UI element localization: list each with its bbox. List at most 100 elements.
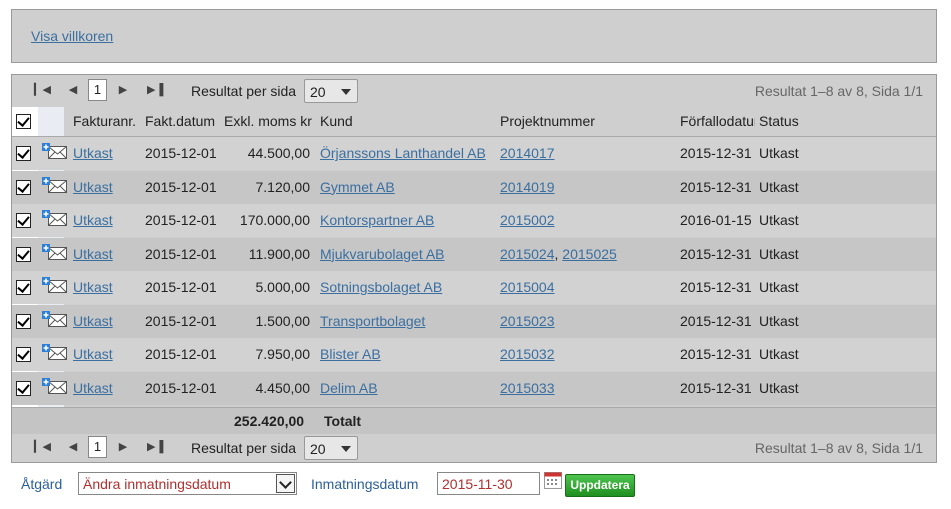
invoice-link[interactable]: Utkast bbox=[73, 380, 113, 396]
table-row: Utkast 2015-12-01 4.450,00 Delim AB 2015033 2… bbox=[12, 371, 936, 405]
add-mail-icon[interactable] bbox=[42, 143, 68, 159]
project-link[interactable]: 2015032 bbox=[500, 346, 555, 362]
customer-link[interactable]: Delim AB bbox=[320, 380, 378, 396]
project-link[interactable]: 2015004 bbox=[500, 279, 555, 295]
col-invoice-no[interactable]: Fakturanr. bbox=[73, 107, 143, 136]
invoice-link[interactable]: Utkast bbox=[73, 313, 113, 329]
prev-page-icon[interactable]: ◀ bbox=[66, 440, 80, 454]
pager-bottom: ▎◀ ◀ 1 ▶ ▶▐ Resultat per sida 20 Resulta… bbox=[12, 432, 936, 464]
excl-vat-amount: 11.900,00 bbox=[248, 245, 310, 262]
chevron-down-icon bbox=[276, 474, 295, 493]
due-date: 2016-01-15 bbox=[680, 212, 752, 228]
show-terms-link[interactable]: Visa villkoren bbox=[31, 28, 113, 44]
invoice-date: 2015-12-01 bbox=[145, 279, 217, 295]
add-mail-icon[interactable] bbox=[42, 176, 68, 193]
table-row: Utkast 2015-12-01 5.000,00 Sotningsbolaget … bbox=[12, 271, 936, 304]
invoice-link[interactable]: Utkast bbox=[73, 145, 113, 161]
action-label: Åtgärd bbox=[21, 476, 63, 492]
per-page-value: 20 bbox=[310, 84, 326, 100]
invoice-link[interactable]: Utkast bbox=[73, 179, 113, 195]
customer-link[interactable]: Gymmet AB bbox=[320, 179, 395, 195]
add-mail-icon[interactable] bbox=[42, 210, 68, 226]
dropdown-arrow-icon bbox=[341, 89, 351, 95]
customer-link[interactable]: Mjukvarubolaget AB bbox=[320, 246, 445, 262]
current-page-box[interactable]: 1 bbox=[88, 79, 107, 101]
excl-vat-amount: 1.500,00 bbox=[255, 312, 311, 329]
next-page-icon[interactable]: ▶ bbox=[116, 440, 130, 454]
select-all-checkbox[interactable] bbox=[16, 114, 31, 129]
invoice-date: 2015-12-01 bbox=[145, 178, 217, 195]
col-status[interactable]: Status bbox=[759, 107, 819, 136]
prev-page-icon[interactable]: ◀ bbox=[66, 83, 80, 97]
customer-link[interactable]: Transportbolaget bbox=[320, 313, 425, 329]
col-project-no[interactable]: Projektnummer bbox=[500, 107, 670, 136]
col-customer[interactable]: Kund bbox=[320, 107, 490, 136]
invoice-link[interactable]: Utkast bbox=[73, 279, 113, 295]
dropdown-arrow-icon bbox=[341, 446, 351, 452]
customer-link[interactable]: Örjanssons Lanthandel AB bbox=[320, 145, 486, 161]
last-page-icon[interactable]: ▶▐ bbox=[147, 83, 163, 97]
last-page-icon[interactable]: ▶▐ bbox=[147, 440, 163, 454]
customer-link[interactable]: Kontorspartner AB bbox=[320, 212, 434, 228]
due-date: 2015-12-31 bbox=[680, 379, 752, 396]
invoice-link[interactable]: Utkast bbox=[73, 346, 113, 362]
row-checkbox[interactable] bbox=[16, 213, 31, 228]
add-mail-icon[interactable] bbox=[42, 377, 68, 394]
current-page-box[interactable]: 1 bbox=[88, 436, 107, 458]
excl-vat-amount: 5.000,00 bbox=[255, 279, 311, 295]
add-mail-icon[interactable] bbox=[42, 344, 68, 360]
table-row: Utkast 2015-12-01 1.500,00 Transportbolaget… bbox=[12, 304, 936, 338]
total-amount: 252.420,00 bbox=[234, 413, 305, 429]
terms-panel: Visa villkoren bbox=[11, 9, 937, 63]
per-page-value: 20 bbox=[310, 441, 326, 457]
project-link[interactable]: 2015024 bbox=[500, 246, 555, 262]
table-row: Utkast 2015-12-01 170.000,00 Kontorspartner… bbox=[12, 204, 936, 237]
add-mail-icon[interactable] bbox=[42, 310, 68, 327]
total-label: Totalt bbox=[324, 413, 362, 429]
excl-vat-amount: 4.450,00 bbox=[255, 379, 311, 396]
row-checkbox[interactable] bbox=[16, 146, 31, 161]
invoice-date: 2015-12-01 bbox=[145, 145, 217, 161]
col-invoice-date[interactable]: Fakt.datum bbox=[145, 107, 221, 136]
table-row: Utkast 2015-12-01 44.500,00 Örjanssons Lant… bbox=[12, 137, 936, 170]
update-button[interactable]: Uppdatera bbox=[565, 474, 635, 497]
project-link[interactable]: 2015002 bbox=[500, 212, 555, 228]
per-page-label: Resultat per sida bbox=[191, 440, 297, 456]
invoice-date: 2015-12-01 bbox=[145, 312, 217, 329]
first-page-icon[interactable]: ▎◀ bbox=[34, 440, 51, 454]
due-date: 2015-12-31 bbox=[680, 145, 752, 161]
table-row: Utkast 2015-12-01 7.120,00 Gymmet AB 2014019… bbox=[12, 170, 936, 204]
status-text: Utkast bbox=[759, 178, 799, 195]
next-page-icon[interactable]: ▶ bbox=[116, 83, 130, 97]
per-page-select[interactable]: 20 bbox=[304, 436, 358, 460]
excl-vat-amount: 7.950,00 bbox=[255, 346, 311, 362]
invoice-link[interactable]: Utkast bbox=[73, 212, 113, 228]
project-link[interactable]: 2015023 bbox=[500, 313, 555, 329]
row-checkbox[interactable] bbox=[16, 313, 31, 329]
per-page-label: Resultat per sida bbox=[191, 83, 297, 99]
status-text: Utkast bbox=[759, 212, 799, 228]
add-mail-icon[interactable] bbox=[42, 243, 68, 260]
col-due-date[interactable]: Förfallodatum bbox=[680, 107, 755, 136]
row-checkbox[interactable] bbox=[16, 347, 31, 362]
project-link[interactable]: 2014019 bbox=[500, 179, 555, 195]
col-excl-vat[interactable]: Exkl. moms kr bbox=[224, 107, 316, 136]
action-select[interactable]: Ändra inmatningsdatum bbox=[78, 472, 297, 495]
row-checkbox[interactable] bbox=[16, 179, 31, 195]
row-checkbox[interactable] bbox=[16, 380, 31, 396]
invoice-link[interactable]: Utkast bbox=[73, 246, 113, 262]
project-link[interactable]: 2014017 bbox=[500, 145, 555, 161]
customer-link[interactable]: Blister AB bbox=[320, 346, 381, 362]
entry-date-input[interactable]: 2015-11-30 bbox=[437, 472, 540, 495]
action-selected-value: Ändra inmatningsdatum bbox=[83, 476, 231, 492]
status-text: Utkast bbox=[759, 279, 799, 295]
add-mail-icon[interactable] bbox=[42, 277, 68, 293]
customer-link[interactable]: Sotningsbolaget AB bbox=[320, 279, 442, 295]
row-checkbox[interactable] bbox=[16, 280, 31, 295]
row-checkbox[interactable] bbox=[16, 246, 31, 262]
per-page-select[interactable]: 20 bbox=[304, 79, 358, 103]
project-link[interactable]: 2015033 bbox=[500, 380, 555, 396]
first-page-icon[interactable]: ▎◀ bbox=[34, 83, 51, 97]
calendar-icon[interactable] bbox=[544, 472, 562, 489]
project-link[interactable]: 2015025 bbox=[562, 246, 617, 262]
